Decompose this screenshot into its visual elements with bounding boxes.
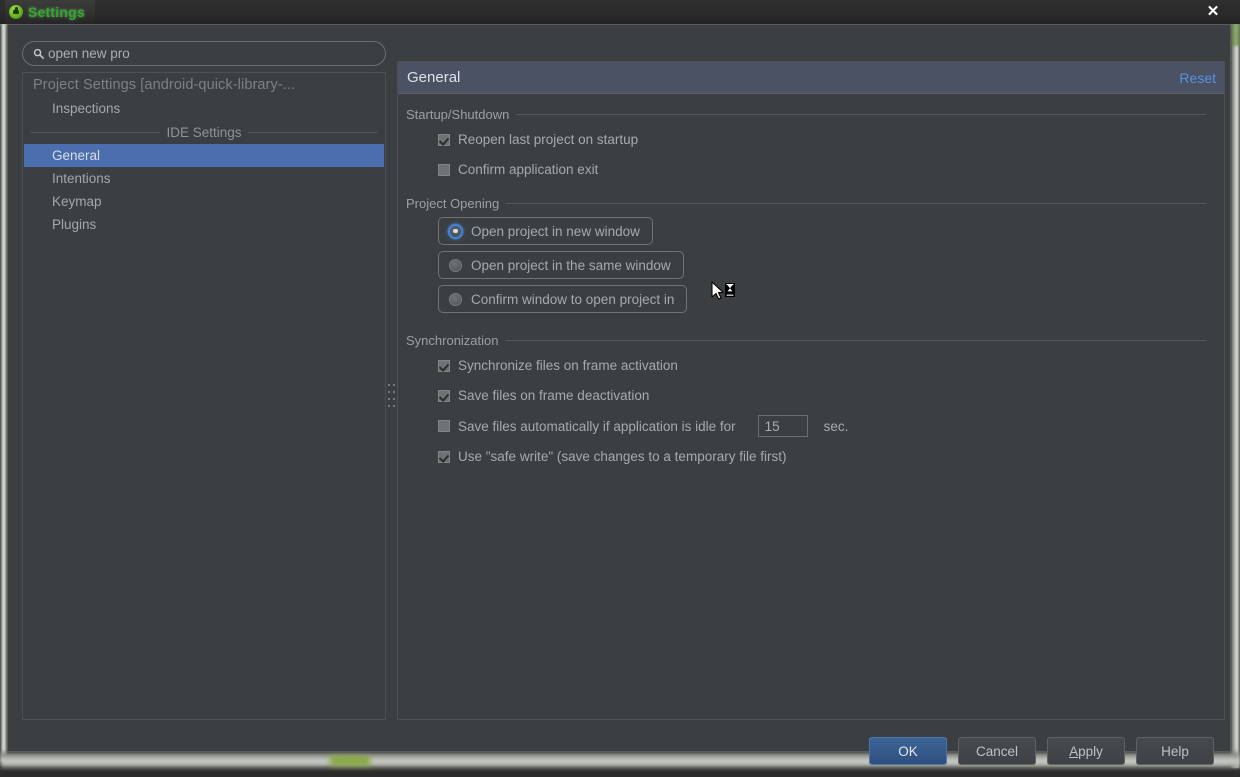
- settings-dialog: open new pro Project Settings [android-q…: [7, 24, 1231, 752]
- save-files-automatically-checkbox[interactable]: [438, 420, 450, 432]
- confirm-application-exit-checkbox[interactable]: [438, 164, 450, 176]
- checkbox-row-use-safe-write[interactable]: Use "safe write" (save changes to a temp…: [438, 445, 1224, 468]
- tree-group-project-settings: Project Settings [android-quick-library-…: [23, 73, 385, 97]
- background-right-edge: [1231, 0, 1240, 768]
- apply-mnemonic: A: [1069, 744, 1078, 759]
- synchronize-files-checkbox[interactable]: [438, 360, 450, 372]
- checkbox-row-save-files-deactivation[interactable]: Save files on frame deactivation: [438, 384, 1224, 407]
- section-title: Project Opening: [406, 196, 499, 211]
- idle-seconds-unit: sec.: [824, 419, 849, 434]
- help-button[interactable]: Help: [1136, 737, 1214, 765]
- panel-splitter-handle[interactable]: [387, 380, 396, 414]
- checkbox-label: Save files automatically if application …: [458, 419, 736, 434]
- checkbox-label: Reopen last project on startup: [458, 132, 638, 147]
- radio-label: Open project in new window: [471, 224, 640, 239]
- window-titlebar: Settings ✕: [0, 0, 1240, 24]
- ok-button[interactable]: OK: [869, 737, 947, 765]
- section-body-synchronization: Synchronize files on frame activation Sa…: [398, 348, 1224, 479]
- section-header-startup-shutdown: Startup/Shutdown: [406, 103, 1206, 122]
- section-title: Synchronization: [406, 333, 499, 348]
- reset-link[interactable]: Reset: [1179, 70, 1216, 86]
- idle-seconds-input[interactable]: [758, 415, 808, 437]
- cancel-button[interactable]: Cancel: [958, 737, 1036, 765]
- background-left-edge: [0, 24, 7, 762]
- apply-button[interactable]: Apply: [1047, 737, 1125, 765]
- radio-row-open-in-same-window[interactable]: Open project in the same window: [438, 251, 684, 279]
- settings-content-panel: General Reset Startup/Shutdown Reopen la…: [397, 61, 1225, 720]
- search-input-value: open new pro: [48, 46, 130, 61]
- dialog-button-bar: OK Cancel Apply Help: [8, 725, 1230, 777]
- reopen-last-project-checkbox[interactable]: [438, 134, 450, 146]
- tree-separator-label: IDE Settings: [166, 125, 241, 140]
- use-safe-write-checkbox[interactable]: [438, 451, 450, 463]
- sidebar-item-plugins[interactable]: Plugins: [23, 213, 385, 236]
- section-body-project-opening: Open project in new window Open project …: [398, 211, 1224, 323]
- checkbox-row-save-files-automatically[interactable]: Save files automatically if application …: [438, 414, 1224, 438]
- section-title: Startup/Shutdown: [406, 107, 509, 122]
- window-title: Settings: [28, 4, 85, 20]
- section-body-startup-shutdown: Reopen last project on startup Confirm a…: [398, 122, 1224, 192]
- separator-rule-left: [31, 132, 160, 133]
- page-title: General: [407, 69, 460, 86]
- open-in-same-window-radio[interactable]: [449, 259, 462, 272]
- checkbox-label: Synchronize files on frame activation: [458, 358, 678, 373]
- confirm-window-radio[interactable]: [449, 293, 462, 306]
- section-rule: [506, 203, 1206, 204]
- section-rule: [506, 340, 1207, 341]
- search-field-wrapper: open new pro: [22, 41, 386, 66]
- close-icon[interactable]: ✕: [1202, 1, 1224, 21]
- checkbox-label: Use "safe write" (save changes to a temp…: [458, 449, 786, 464]
- search-icon: [33, 48, 44, 59]
- open-in-new-window-radio[interactable]: [449, 225, 462, 238]
- settings-tree[interactable]: Project Settings [android-quick-library-…: [22, 72, 386, 720]
- radio-row-open-in-new-window[interactable]: Open project in new window: [438, 217, 653, 245]
- radio-row-confirm-window[interactable]: Confirm window to open project in: [438, 285, 687, 313]
- sidebar-item-inspections[interactable]: Inspections: [23, 97, 385, 120]
- section-header-synchronization: Synchronization: [406, 323, 1206, 348]
- content-body: Startup/Shutdown Reopen last project on …: [398, 94, 1224, 479]
- sidebar-item-general[interactable]: General: [24, 144, 384, 167]
- sidebar-item-intentions[interactable]: Intentions: [23, 167, 385, 190]
- sidebar-item-keymap[interactable]: Keymap: [23, 190, 385, 213]
- search-input[interactable]: open new pro: [22, 41, 386, 66]
- tree-separator-ide-settings: IDE Settings: [23, 120, 385, 144]
- content-header: General Reset: [398, 62, 1224, 94]
- checkbox-row-synchronize-files[interactable]: Synchronize files on frame activation: [438, 354, 1224, 377]
- section-header-project-opening: Project Opening: [406, 192, 1206, 211]
- separator-rule-right: [248, 132, 377, 133]
- apply-rest: pply: [1078, 744, 1103, 759]
- window-title-group: Settings: [5, 0, 95, 24]
- android-studio-icon: [9, 5, 23, 19]
- radio-label: Confirm window to open project in: [471, 292, 674, 307]
- checkbox-label: Confirm application exit: [458, 162, 598, 177]
- checkbox-row-reopen-last-project[interactable]: Reopen last project on startup: [438, 128, 1224, 151]
- section-rule: [516, 114, 1206, 115]
- checkbox-label: Save files on frame deactivation: [458, 388, 649, 403]
- save-files-deactivation-checkbox[interactable]: [438, 390, 450, 402]
- radio-label: Open project in the same window: [471, 258, 671, 273]
- checkbox-row-confirm-application-exit[interactable]: Confirm application exit: [438, 158, 1224, 181]
